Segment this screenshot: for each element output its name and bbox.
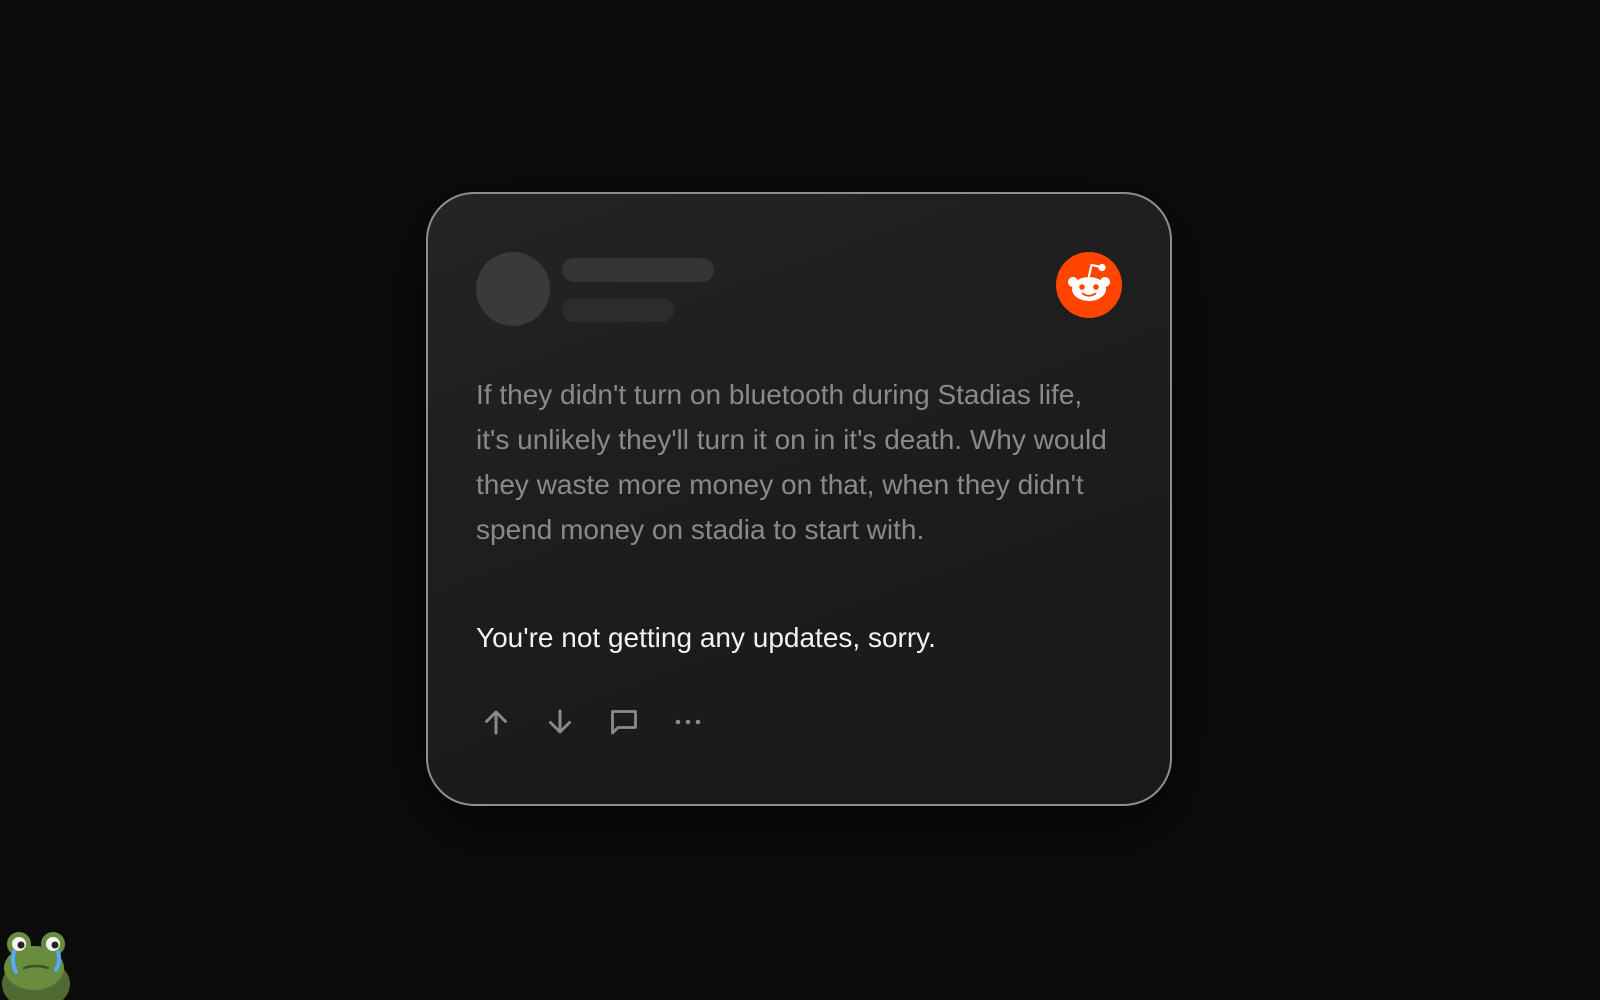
action-bar bbox=[476, 702, 732, 742]
reddit-logo-icon bbox=[1056, 252, 1122, 318]
username-placeholder bbox=[562, 258, 714, 282]
comment-body: If they didn't turn on bluetooth during … bbox=[476, 379, 1107, 545]
comment-button[interactable] bbox=[604, 702, 644, 742]
downvote-button[interactable] bbox=[540, 702, 580, 742]
avatar-placeholder bbox=[476, 252, 550, 326]
comment-highlight: You're not getting any updates, sorry. bbox=[476, 622, 936, 653]
more-options-button[interactable] bbox=[668, 702, 708, 742]
reddit-comment-card: If they didn't turn on bluetooth during … bbox=[426, 192, 1172, 806]
page-stage: If they didn't turn on bluetooth during … bbox=[0, 0, 1600, 1000]
comment-icon bbox=[611, 710, 637, 735]
more-options-icon bbox=[675, 719, 701, 725]
meta-placeholder bbox=[562, 298, 674, 322]
crying-frog-icon bbox=[2, 932, 70, 1000]
downvote-arrow-icon bbox=[549, 709, 571, 734]
upvote-button[interactable] bbox=[476, 702, 516, 742]
upvote-arrow-icon bbox=[485, 710, 507, 735]
